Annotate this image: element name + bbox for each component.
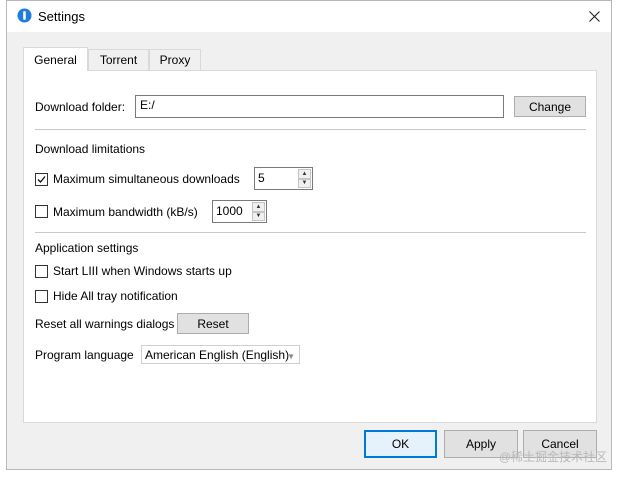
change-folder-button-label: Change <box>528 99 572 114</box>
close-button[interactable] <box>577 1 611 32</box>
reset-warnings-button-label: Reset <box>197 316 229 331</box>
tab-general[interactable]: General <box>23 47 88 71</box>
download-folder-value: E:/ <box>140 98 155 112</box>
ok-button[interactable]: OK <box>364 430 437 458</box>
tab-general-label: General <box>34 52 77 67</box>
arrow-up-icon: ▲ <box>301 170 308 177</box>
spin-down-button[interactable]: ▼ <box>252 211 265 221</box>
general-panel: Download folder: E:/ Change Download lim… <box>23 70 597 423</box>
language-label: Program language <box>35 348 134 362</box>
tab-torrent-label: Torrent <box>99 53 138 67</box>
app-icon <box>17 8 32 23</box>
arrow-down-icon: ▼ <box>255 213 262 220</box>
max-downloads-spinbox[interactable]: 5 ▲ ▼ <box>254 167 313 190</box>
arrow-down-icon: ▼ <box>301 180 308 187</box>
app-settings-heading: Application settings <box>35 241 139 255</box>
window-title: Settings <box>38 9 85 24</box>
chevron-down-icon: ▼ <box>287 352 295 361</box>
max-downloads-value: 5 <box>258 171 265 185</box>
spin-up-button[interactable]: ▲ <box>298 169 311 179</box>
max-bandwidth-spinbox[interactable]: 1000 ▲ ▼ <box>212 200 267 223</box>
download-folder-label: Download folder: <box>35 100 126 114</box>
hide-tray-label: Hide All tray notification <box>53 289 178 303</box>
tab-proxy[interactable]: Proxy <box>149 49 201 70</box>
max-downloads-label: Maximum simultaneous downloads <box>53 172 240 186</box>
close-icon <box>588 11 600 22</box>
start-with-windows-checkbox[interactable] <box>35 265 48 278</box>
tab-torrent[interactable]: Torrent <box>88 49 149 70</box>
max-downloads-checkbox[interactable] <box>35 173 48 186</box>
max-bandwidth-checkbox[interactable] <box>35 205 48 218</box>
tab-proxy-label: Proxy <box>159 53 191 67</box>
watermark-text: @稀土掘金技术社区 <box>498 450 607 464</box>
start-with-windows-label: Start LIII when Windows starts up <box>53 264 232 278</box>
separator-2 <box>35 232 586 233</box>
language-select[interactable]: American English (English) ▼ <box>141 345 300 364</box>
change-folder-button[interactable]: Change <box>514 96 586 117</box>
language-select-value: American English (English) <box>145 348 290 362</box>
download-limitations-heading: Download limitations <box>35 142 146 156</box>
download-folder-field[interactable]: E:/ <box>135 95 504 118</box>
arrow-up-icon: ▲ <box>255 203 262 210</box>
max-bandwidth-label: Maximum bandwidth (kB/s) <box>53 205 198 219</box>
spin-down-button[interactable]: ▼ <box>298 178 311 188</box>
hide-tray-checkbox[interactable] <box>35 290 48 303</box>
ok-button-label: OK <box>391 437 410 451</box>
settings-window: Settings General Torrent Proxy Download … <box>6 0 612 470</box>
spin-up-button[interactable]: ▲ <box>252 202 265 212</box>
checkmark-icon <box>37 176 46 183</box>
apply-button-label: Apply <box>465 437 497 451</box>
title-bar: Settings <box>7 1 611 32</box>
max-bandwidth-value: 1000 <box>216 204 243 218</box>
reset-warnings-button[interactable]: Reset <box>177 313 249 334</box>
reset-warnings-label: Reset all warnings dialogs <box>35 317 175 331</box>
separator-1 <box>35 129 586 130</box>
